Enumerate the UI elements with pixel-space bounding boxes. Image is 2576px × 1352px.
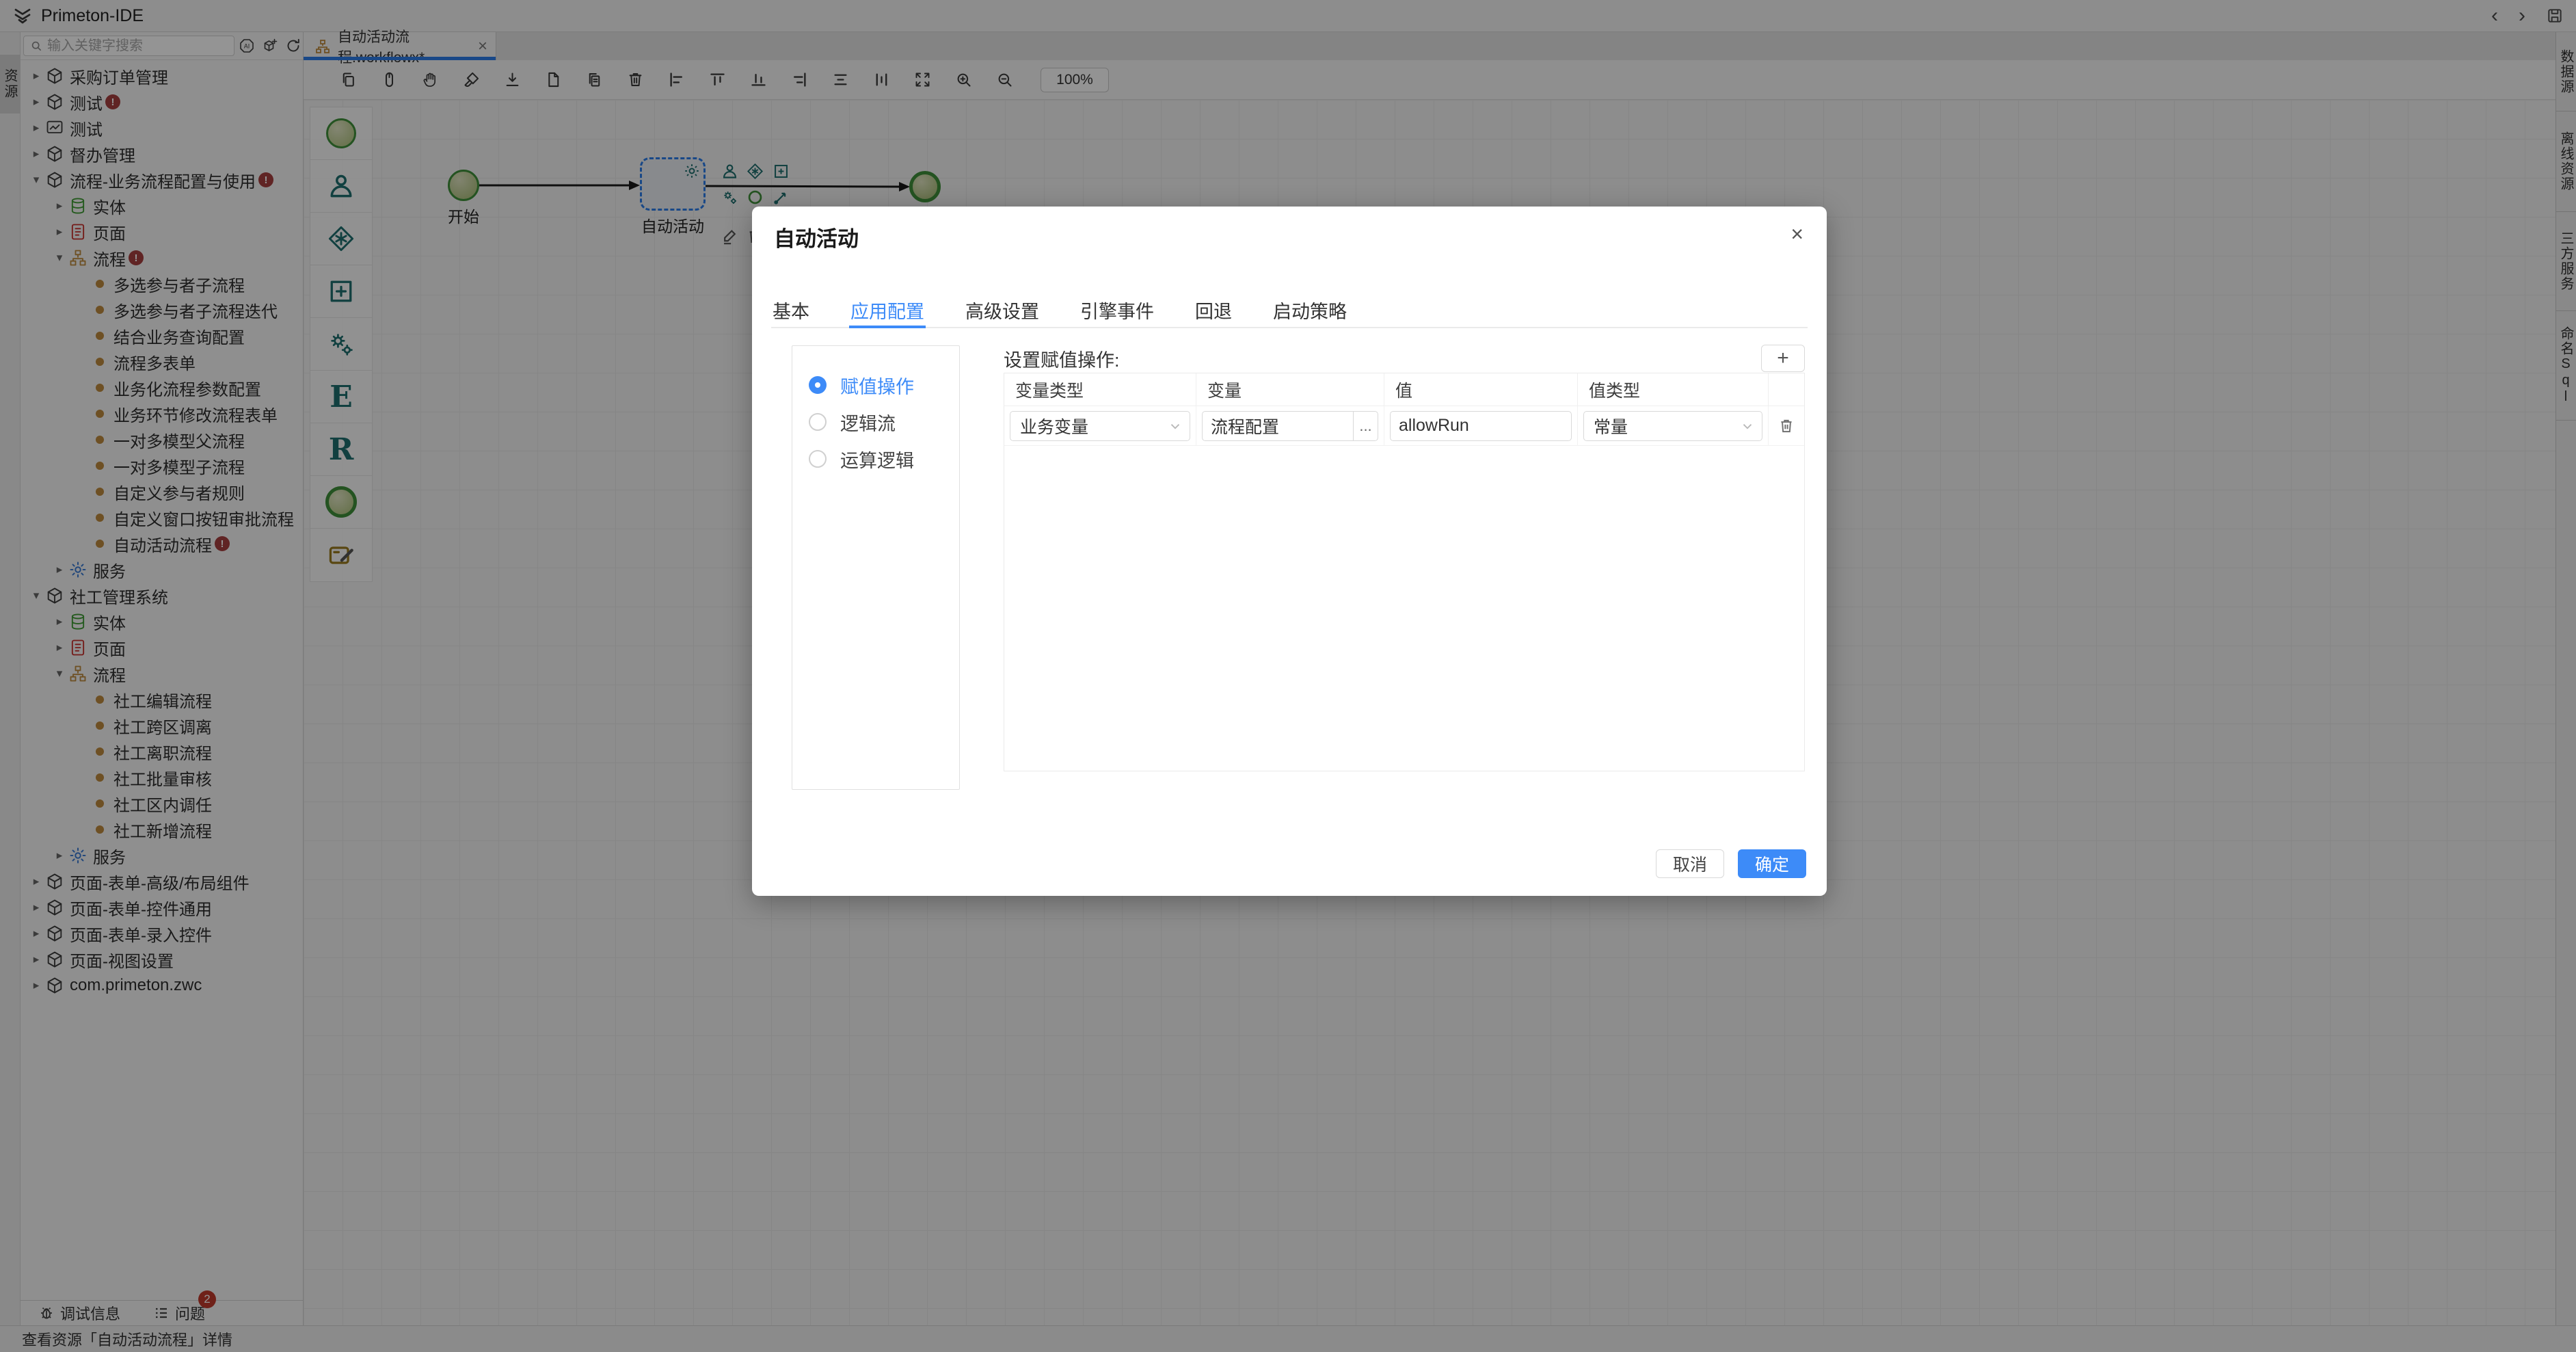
chevron-down-icon — [1740, 419, 1755, 434]
variable-input-group: ... — [1202, 411, 1378, 441]
operation-type-list: 赋值操作逻辑流运算逻辑 — [792, 345, 960, 790]
dialog-tab[interactable]: 高级设置 — [964, 297, 1041, 327]
dialog-footer: 取消 确定 — [1656, 849, 1806, 878]
radio-icon[interactable] — [809, 413, 827, 431]
assignment-table: 变量类型变量值值类型 业务变量 ... — [1004, 373, 1805, 771]
value-type-select[interactable]: 常量 — [1583, 411, 1762, 441]
value-input[interactable] — [1391, 416, 1571, 436]
value-input-wrap — [1390, 411, 1572, 441]
table-header-cell: 变量类型 — [1004, 373, 1196, 406]
operation-type-option[interactable]: 运算逻辑 — [792, 440, 959, 477]
table-header-cell: 值 — [1384, 373, 1578, 406]
operation-type-option[interactable]: 赋值操作 — [792, 367, 959, 403]
dialog-tab[interactable]: 引擎事件 — [1079, 297, 1155, 327]
table-header-cell: 变量 — [1196, 373, 1384, 406]
auto-activity-dialog: 自动活动 × 基本应用配置高级设置引擎事件回退启动策略 赋值操作逻辑流运算逻辑 … — [752, 207, 1827, 896]
operation-type-label: 运算逻辑 — [840, 446, 914, 473]
add-row-button[interactable]: + — [1761, 345, 1805, 372]
assignment-section-header: 设置赋值操作: + — [1004, 343, 1805, 373]
operation-type-label: 逻辑流 — [840, 409, 896, 436]
dialog-tab[interactable]: 应用配置 — [849, 297, 926, 327]
radio-checked-icon[interactable] — [809, 376, 827, 394]
chevron-down-icon — [1168, 419, 1183, 434]
var-type-select[interactable]: 业务变量 — [1010, 411, 1190, 441]
assignment-table-header: 变量类型变量值值类型 — [1004, 373, 1804, 406]
dialog-tabs: 基本 应用配置 高级设置 引擎事件 回退 启动策略 — [771, 297, 1808, 328]
ok-button[interactable]: 确定 — [1738, 849, 1806, 878]
dialog-close-icon[interactable]: × — [1790, 223, 1803, 245]
dialog-tab[interactable]: 启动策略 — [1272, 297, 1348, 327]
variable-input[interactable] — [1203, 416, 1353, 436]
operation-type-label: 赋值操作 — [840, 372, 914, 399]
delete-row-icon[interactable] — [1777, 417, 1795, 435]
dialog-tab[interactable]: 回退 — [1194, 297, 1233, 327]
radio-icon[interactable] — [809, 450, 827, 468]
cancel-button[interactable]: 取消 — [1656, 849, 1724, 878]
assignment-table-row: 业务变量 ... 常量 — [1004, 406, 1804, 446]
dialog-title: 自动活动 — [774, 222, 859, 252]
var-type-value: 业务变量 — [1020, 414, 1168, 438]
variable-picker-button[interactable]: ... — [1353, 412, 1378, 440]
value-type-value: 常量 — [1594, 414, 1740, 438]
dialog-tab[interactable]: 基本 — [771, 297, 811, 327]
table-header-actions — [1769, 373, 1804, 406]
assignment-section-label: 设置赋值操作: — [1004, 345, 1120, 372]
table-header-cell: 值类型 — [1578, 373, 1769, 406]
operation-type-option[interactable]: 逻辑流 — [792, 403, 959, 440]
